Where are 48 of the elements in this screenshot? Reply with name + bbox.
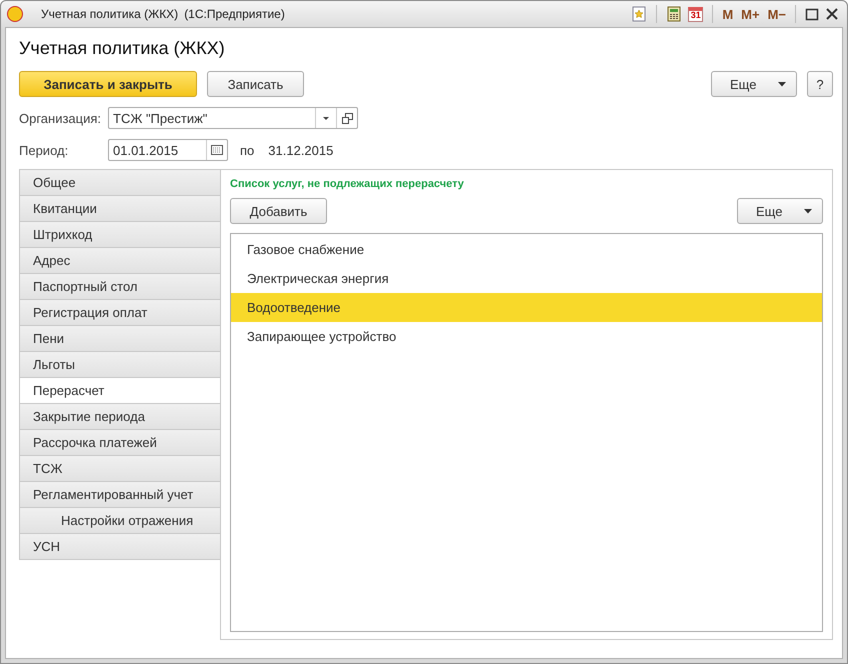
calendar-icon[interactable]: 31 (688, 6, 704, 22)
period-label: Период: (19, 142, 70, 158)
form-title: Учетная политика (ЖКХ) (19, 38, 226, 59)
save-button[interactable]: Записать (207, 71, 304, 97)
more-button[interactable]: Еще (711, 71, 797, 97)
tab[interactable]: Квитанции (19, 195, 221, 221)
tab[interactable]: Льготы (19, 351, 221, 377)
list-item[interactable]: Электрическая энергия (231, 264, 822, 293)
tab[interactable]: Паспортный стол (19, 273, 221, 299)
list-item[interactable]: Запирающее устройство (231, 322, 822, 351)
help-button[interactable]: ? (807, 71, 833, 97)
organization-label: Организация: (19, 110, 102, 126)
tab[interactable]: Регистрация оплат (19, 299, 221, 325)
tab[interactable]: Штрихкод (19, 221, 221, 247)
app-logo-icon (7, 6, 23, 22)
caret-icon (778, 82, 786, 86)
tab[interactable]: Пени (19, 325, 221, 351)
memory-button[interactable]: M (722, 6, 734, 22)
list-item[interactable]: Газовое снабжение (231, 235, 822, 264)
memory-button[interactable]: M+ (741, 6, 760, 22)
tab[interactable]: Настройки отражения (19, 507, 221, 533)
tab[interactable]: Закрытие периода (19, 403, 221, 429)
add-button[interactable]: Добавить (230, 198, 327, 224)
calendar-icon[interactable] (211, 145, 223, 155)
tab[interactable]: УСН (19, 533, 221, 560)
more-button[interactable]: Еще (737, 198, 823, 224)
memory-button[interactable]: M− (768, 6, 786, 22)
tab[interactable]: ТСЖ (19, 455, 221, 481)
dropdown-icon[interactable] (322, 116, 330, 120)
period-start-field[interactable]: 01.01.2015 (108, 139, 228, 161)
caret-icon (804, 208, 812, 214)
period-end-value: 31.12.2015 (268, 142, 334, 158)
period-to-label: по (240, 142, 254, 158)
tab[interactable]: Рассрочка платежей (19, 429, 221, 455)
tab[interactable]: Регламентированный учет (19, 481, 221, 507)
save-and-close-button[interactable]: Записать и закрыть (19, 71, 197, 97)
section-heading: Список услуг, не подлежащих перерасчету (230, 178, 465, 190)
calculator-icon[interactable] (666, 6, 682, 22)
window-title: Учетная политика (ЖКХ) (41, 7, 178, 21)
organization-field[interactable]: ТСЖ "Престиж" (108, 107, 358, 129)
close-icon[interactable] (825, 7, 839, 21)
open-icon[interactable] (342, 112, 352, 124)
list-item[interactable]: Водоотведение (231, 293, 822, 322)
tab[interactable]: Перерасчет (19, 377, 221, 403)
maximize-icon[interactable] (805, 7, 819, 21)
tab[interactable]: Общее (19, 169, 221, 195)
window-subtitle: (1С:Предприятие) (184, 7, 285, 21)
tab[interactable]: Адрес (19, 247, 221, 273)
